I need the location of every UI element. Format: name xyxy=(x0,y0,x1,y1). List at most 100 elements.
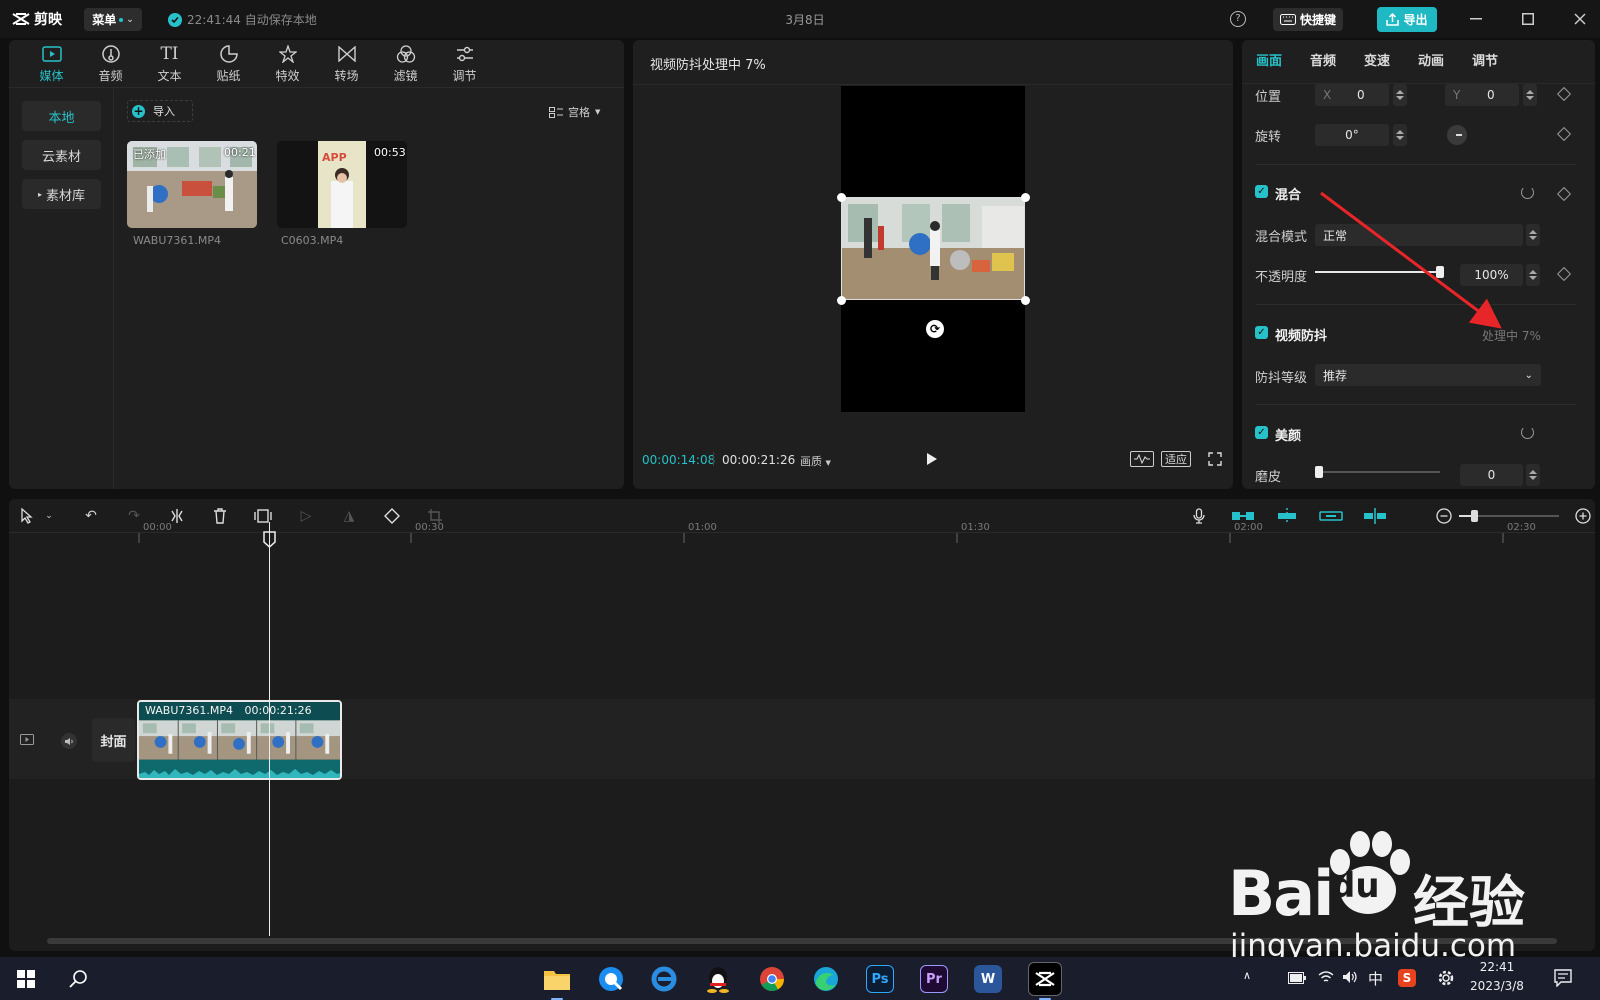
rotation-dial-icon[interactable] xyxy=(1447,125,1467,145)
playhead[interactable] xyxy=(269,522,270,936)
keyframe-diamond-icon[interactable] xyxy=(1556,266,1572,282)
minimize-icon[interactable] xyxy=(1466,9,1486,29)
volume-icon[interactable] xyxy=(1342,970,1358,984)
tab-media[interactable]: 媒体 xyxy=(22,40,81,88)
tab-adjust-props[interactable]: 调节 xyxy=(1472,40,1526,84)
sogou-input-icon[interactable]: S xyxy=(1398,969,1416,987)
y-stepper[interactable] xyxy=(1523,84,1537,106)
preview-video-frame[interactable] xyxy=(841,197,1025,300)
ime-indicator[interactable]: 中 xyxy=(1368,968,1383,989)
timeline-clip[interactable]: WABU7361.MP4 00:00:21:26 xyxy=(137,700,342,780)
battery-icon[interactable] xyxy=(1288,972,1306,984)
qq-browser-icon[interactable] xyxy=(595,963,627,995)
zoom-out-icon[interactable] xyxy=(1434,506,1454,526)
tab-audio-props[interactable]: 音频 xyxy=(1310,40,1364,84)
sidebar-item-library[interactable]: ▸ 素材库 xyxy=(22,179,101,209)
fit-ratio-button[interactable]: 适应 xyxy=(1161,451,1191,467)
x-stepper[interactable] xyxy=(1393,84,1407,106)
blend-mode-stepper[interactable] xyxy=(1526,224,1540,246)
resize-handle-br[interactable] xyxy=(1021,296,1030,305)
auto-snap-icon[interactable] xyxy=(1273,506,1301,526)
keyframe-diamond-icon[interactable] xyxy=(1556,126,1572,142)
track-video-icon[interactable] xyxy=(20,734,34,745)
clock-time[interactable]: 22:41 xyxy=(1472,960,1522,974)
close-icon[interactable] xyxy=(1570,9,1590,29)
tab-animation[interactable]: 动画 xyxy=(1418,40,1472,84)
import-button[interactable]: + 导入 xyxy=(127,100,193,122)
zoom-slider[interactable] xyxy=(1459,510,1559,522)
chrome-icon[interactable] xyxy=(756,963,788,995)
media-clip-c0603[interactable]: APP 00:53 xyxy=(277,141,407,228)
reverse-play-icon[interactable]: ▷ xyxy=(296,506,316,526)
slider-knob[interactable] xyxy=(1315,466,1323,478)
chevron-down-icon[interactable]: ⌄ xyxy=(39,506,59,526)
qq-icon[interactable] xyxy=(702,963,734,995)
search-icon[interactable] xyxy=(68,969,88,989)
tray-chevron-up-icon[interactable]: ∧ xyxy=(1243,969,1251,982)
opacity-slider[interactable] xyxy=(1315,266,1444,278)
rotation-stepper[interactable] xyxy=(1393,124,1407,146)
tab-filter[interactable]: 滤镜 xyxy=(376,40,435,88)
maximize-icon[interactable] xyxy=(1518,9,1538,29)
mirror-icon[interactable]: ◮ xyxy=(339,506,359,526)
edge-icon[interactable] xyxy=(810,963,842,995)
resize-handle-tl[interactable] xyxy=(837,193,846,202)
preview-axis-icon[interactable] xyxy=(1361,506,1389,526)
sidebar-item-cloud[interactable]: 云素材 xyxy=(22,140,101,170)
tab-picture[interactable]: 画面 xyxy=(1256,40,1310,84)
word-icon[interactable]: W xyxy=(974,965,1002,993)
play-button[interactable] xyxy=(926,452,938,466)
tab-audio[interactable]: 音频 xyxy=(81,40,140,88)
tab-sticker[interactable]: 贴纸 xyxy=(199,40,258,88)
delete-icon[interactable] xyxy=(210,506,230,526)
cover-button[interactable]: 封面 xyxy=(92,718,135,762)
keyframe-diamond-icon[interactable] xyxy=(1556,86,1572,102)
microphone-icon[interactable] xyxy=(1189,506,1209,526)
freeze-frame-icon[interactable] xyxy=(253,506,273,526)
rotate-icon[interactable]: ⟳ xyxy=(926,320,944,338)
rotation-input[interactable]: 0° xyxy=(1315,124,1389,146)
blend-mode-select[interactable]: 正常 xyxy=(1315,224,1523,246)
shortcut-button[interactable]: 快捷键 xyxy=(1273,8,1343,31)
beauty-checkbox[interactable]: ✓ xyxy=(1255,426,1268,439)
tab-text[interactable]: TI 文本 xyxy=(140,40,199,88)
smooth-input[interactable]: 0 xyxy=(1460,464,1523,486)
tab-speed[interactable]: 变速 xyxy=(1364,40,1418,84)
zoom-in-icon[interactable] xyxy=(1573,506,1593,526)
file-explorer-icon[interactable] xyxy=(541,963,573,1000)
menu-button[interactable]: 菜单 ⌄ xyxy=(84,8,142,31)
track-audio-icon[interactable] xyxy=(61,733,77,749)
stabilize-level-select[interactable]: 推荐 ⌄ xyxy=(1315,364,1541,386)
tab-effects[interactable]: 特效 xyxy=(258,40,317,88)
waveform-icon[interactable] xyxy=(1130,451,1154,467)
select-cursor-icon[interactable] xyxy=(17,506,37,526)
smooth-stepper[interactable] xyxy=(1526,464,1540,486)
tab-transition[interactable]: 转场 xyxy=(317,40,376,88)
notification-icon[interactable] xyxy=(1554,969,1572,987)
stabilize-checkbox[interactable]: ✓ xyxy=(1255,326,1268,339)
keyframe-diamond-icon[interactable] xyxy=(1556,186,1572,202)
slider-knob[interactable] xyxy=(1436,266,1444,278)
photoshop-icon[interactable]: Ps xyxy=(866,965,894,993)
position-y-input[interactable]: Y0 xyxy=(1445,84,1519,106)
opacity-stepper[interactable] xyxy=(1526,264,1540,286)
clock-date[interactable]: 2023/3/8 xyxy=(1466,979,1528,993)
position-x-input[interactable]: X0 xyxy=(1315,84,1389,106)
wifi-icon[interactable] xyxy=(1318,970,1334,984)
premiere-icon[interactable]: Pr xyxy=(920,965,948,993)
media-clip-wabu7361[interactable]: 已添加 00:21 xyxy=(127,141,257,228)
export-button[interactable]: 导出 xyxy=(1377,7,1437,32)
rotate-clip-icon[interactable] xyxy=(382,506,402,526)
view-toggle[interactable]: 宫格 ▼ xyxy=(549,104,600,120)
undo-icon[interactable]: ↶ xyxy=(81,506,101,526)
windows-start-icon[interactable] xyxy=(17,970,35,988)
settings-gear-icon[interactable] xyxy=(1436,968,1456,988)
quality-dropdown[interactable]: 画质 ▼ xyxy=(800,453,831,469)
reset-icon[interactable] xyxy=(1521,426,1534,439)
slider-knob[interactable] xyxy=(1471,510,1478,522)
resize-handle-tr[interactable] xyxy=(1021,193,1030,202)
capcut-icon[interactable] xyxy=(1028,962,1062,1000)
timeline-ruler[interactable] xyxy=(9,533,1595,553)
tab-adjust[interactable]: 调节 xyxy=(435,40,494,88)
reset-icon[interactable] xyxy=(1521,186,1534,199)
